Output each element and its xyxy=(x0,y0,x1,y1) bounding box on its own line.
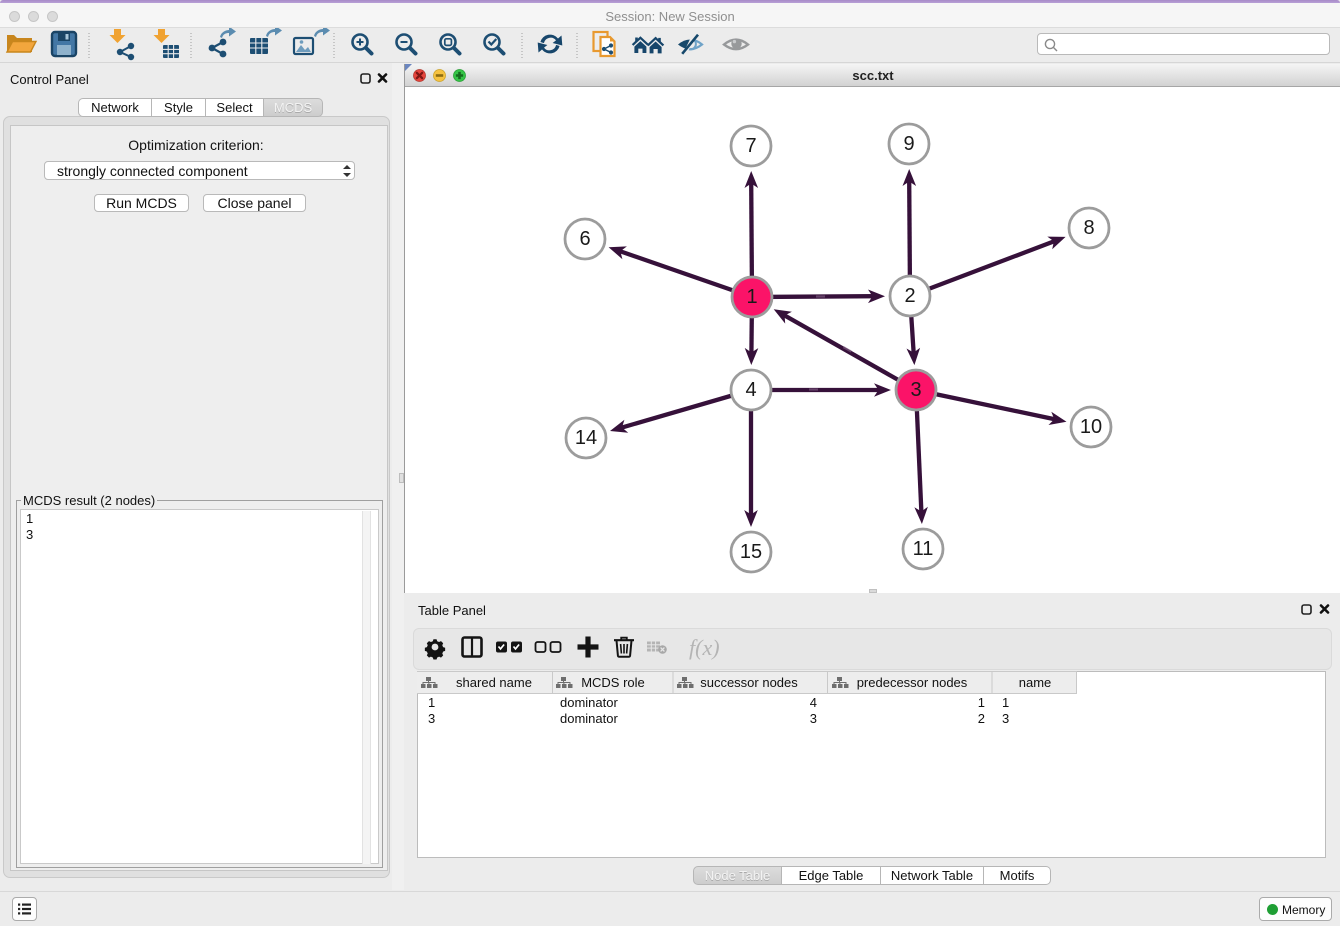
svg-text:4: 4 xyxy=(810,695,817,710)
svg-text:2: 2 xyxy=(904,285,915,307)
svg-text:8: 8 xyxy=(1083,217,1094,239)
svg-text:MCDS role: MCDS role xyxy=(581,675,645,690)
svg-text:14: 14 xyxy=(575,427,597,449)
svg-text:9: 9 xyxy=(903,133,914,155)
svg-text:dominator: dominator xyxy=(560,711,618,726)
svg-text:3: 3 xyxy=(810,711,817,726)
svg-text:f(x): f(x) xyxy=(689,635,720,660)
svg-text:3: 3 xyxy=(428,711,435,726)
svg-text:4: 4 xyxy=(745,379,756,401)
svg-text:dominator: dominator xyxy=(560,695,618,710)
svg-text:10: 10 xyxy=(1080,416,1102,438)
svg-text:name: name xyxy=(1019,675,1052,690)
svg-text:1: 1 xyxy=(978,695,985,710)
svg-text:shared name: shared name xyxy=(456,675,532,690)
svg-text:2: 2 xyxy=(978,711,985,726)
svg-text:11: 11 xyxy=(913,538,934,560)
svg-text:1: 1 xyxy=(1002,695,1009,710)
svg-text:6: 6 xyxy=(579,228,590,250)
svg-text:predecessor nodes: predecessor nodes xyxy=(857,675,968,690)
svg-text:3: 3 xyxy=(1002,711,1009,726)
svg-text:successor nodes: successor nodes xyxy=(700,675,798,690)
svg-text:1: 1 xyxy=(746,286,757,308)
svg-text:7: 7 xyxy=(745,135,756,157)
svg-text:3: 3 xyxy=(910,379,921,401)
svg-text:1: 1 xyxy=(428,695,435,710)
svg-text:15: 15 xyxy=(740,541,762,563)
